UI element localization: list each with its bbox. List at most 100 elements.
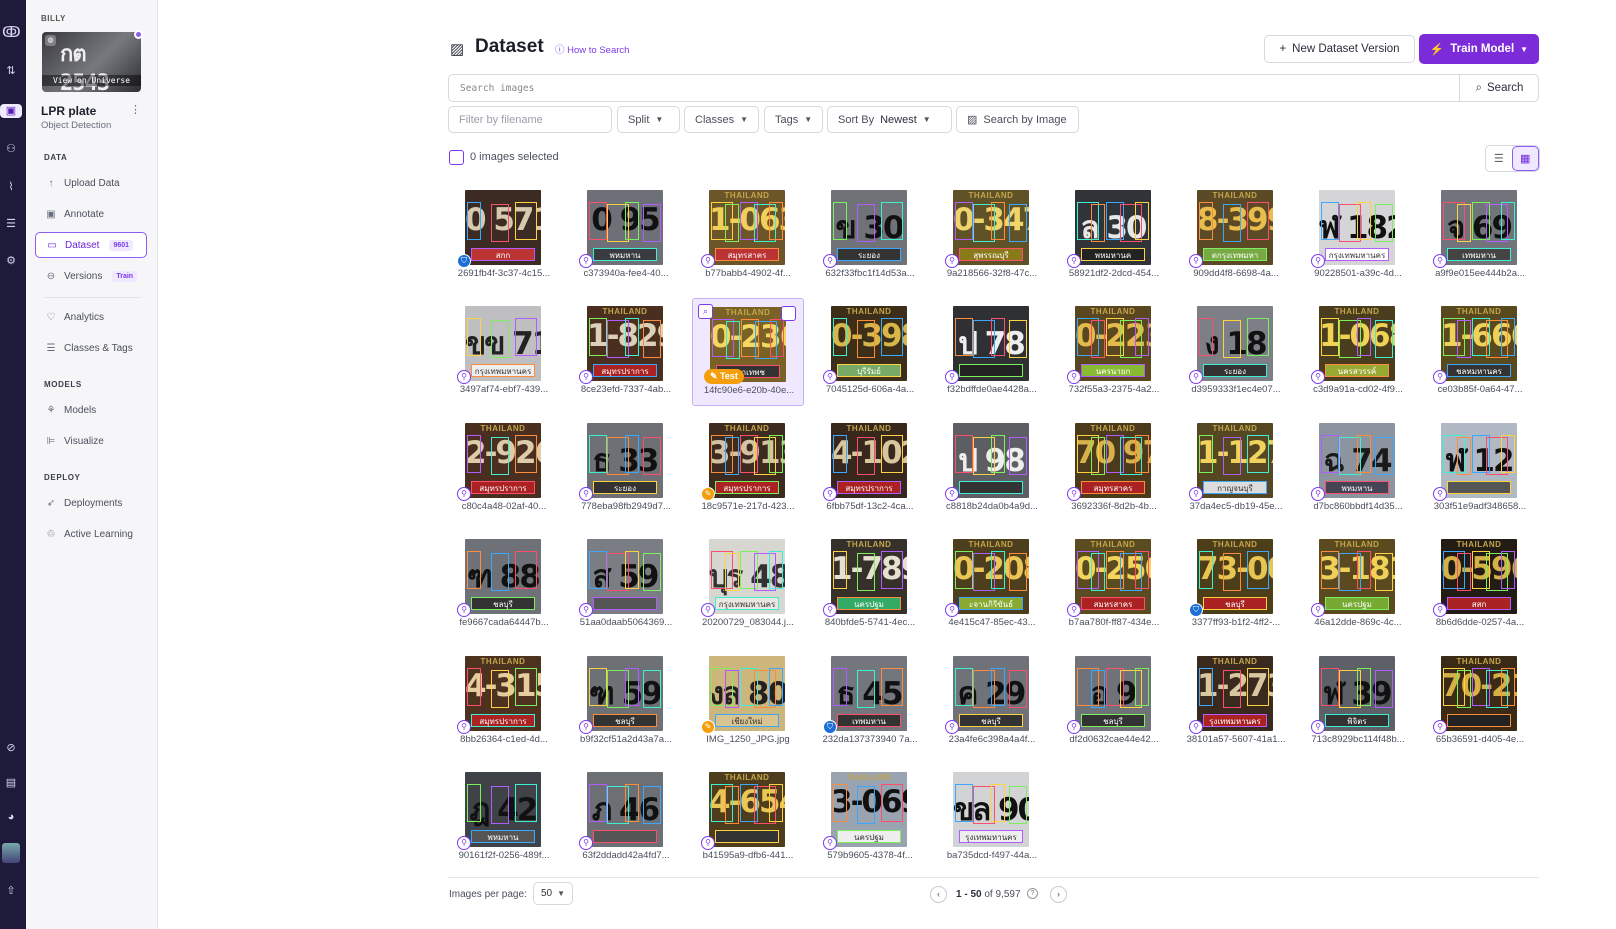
image-card[interactable]: 0 571สกก⛉2691fb4f-3c37-4c15... [448,182,560,290]
image-card[interactable]: ล 30 พหมหานค ⚲ 58921df2-2dcd-454... [1058,182,1170,290]
image-card[interactable]: THAILAND0-208ะจานกิรีขันธ์⚲4e415c47-85ec… [936,531,1048,639]
image-card[interactable]: 0 95 พหมหาน ⚲ c373940a-fee4-40... [570,182,682,290]
image-card[interactable]: ฉ 74 พหมหาน ⚲ d7bc860bbdf14d35... [1302,415,1414,523]
image-thumbnail[interactable]: ภ 46 [587,772,663,847]
image-thumbnail[interactable]: อ 9 ชลบุรี [1075,655,1151,731]
image-thumbnail[interactable]: THAILAND1-068นครสวรรค์ [1319,306,1395,382]
image-thumbnail[interactable]: ฎ 42 พหมหาน [465,772,541,847]
image-thumbnail[interactable]: THAILAND3-181นครปฐม [1319,539,1395,615]
sidebar-item-dataset[interactable]: ▭ Dataset 9601 [35,232,147,258]
image-card[interactable]: ป 78 ⚲ f32bdffde0ae4428a... [936,298,1048,406]
docs-icon[interactable]: ▤ [2,776,20,790]
image-card[interactable]: THAILAND0-347สุพรรณบุรี⚲9a218566-32f8-47… [936,182,1048,290]
image-thumbnail[interactable]: ขล 907รุงเทพมหานคร [953,772,1029,847]
image-card[interactable]: ข 30 ระยอง ⚲ 632f33fbc1f14d53a... [814,182,926,290]
sidebar-item-deployments[interactable]: ➶ Deployments [35,490,147,516]
image-card[interactable]: THAILAND1-127กาญจนบุรี⚲37da4ec5-db19-45e… [1180,415,1292,523]
image-thumbnail[interactable]: THAILAND4-102สมุทรปราการ [831,422,907,498]
image-thumbnail[interactable]: THAILAND70-210 [1441,655,1517,731]
project-menu-icon[interactable]: ⋮ [130,103,141,116]
image-card[interactable]: THAILAND0-596สสก⚲8b6d6dde-0257-4a... [1424,531,1536,639]
prev-page-button[interactable]: ‹ [930,886,947,903]
image-thumbnail[interactable]: THAILAND0-208ะจานกิรีขันธ์ [953,539,1029,615]
image-thumbnail[interactable]: ฬ 39 พิจิตร [1319,655,1395,731]
image-thumbnail[interactable]: จ 69 เทพมหาน [1441,190,1517,265]
image-thumbnail[interactable]: ข 30 ระยอง [831,190,907,265]
search-button[interactable]: ⌕ Search [1459,75,1539,101]
image-card[interactable]: THAILAND4-315สมุทรปราการ⚲8bb26364-c1ed-4… [448,648,560,756]
avatar[interactable] [2,843,20,863]
sidebar-item-annotate[interactable]: ▣ Annotate [35,201,147,227]
image-card[interactable]: จ 69 เทพมหาน ⚲ a9f9e015ee444b2a... [1424,182,1536,290]
logo-icon[interactable]: ↂ [2,25,21,40]
image-thumbnail[interactable]: THAILAND1-273รุงเทพมหานคร [1197,655,1273,731]
image-thumbnail[interactable]: ธ 33 ระยอง [587,422,663,498]
image-thumbnail[interactable]: THAILAND1-789นครปฐม [831,539,907,615]
sidebar-item-versions[interactable]: ⊖ Versions Train [35,263,147,289]
grid-view-icon[interactable]: ▦ [1511,146,1539,171]
zoom-icon[interactable]: ⌕ [698,304,713,320]
image-card[interactable]: ฬ 12 ⚲ 303f51e9adf348658... [1424,415,1536,523]
image-thumbnail[interactable]: THAILAND1-0632สมุทรสาคร [709,190,785,265]
image-card[interactable]: THAILAND0-223นครนายก⚲732f55a3-2375-4a2..… [1058,298,1170,406]
sidebar-item-upload-data[interactable]: ↑ Upload Data [35,170,147,196]
image-card[interactable]: ธ 45 เทพมหาน ⛉ 232da137373940 7a... [814,648,926,756]
image-card[interactable]: THAILAND0-250สมหรสาคร⚲b7aa780f-ff87-434e… [1058,531,1170,639]
next-page-button[interactable]: › [1050,886,1067,903]
image-card[interactable]: ฬ 39 พิจิตร ⚲ 713c8929bc114f48b... [1302,648,1414,756]
split-filter[interactable]: Split ▼ [617,106,680,133]
image-card[interactable]: THAILAND1-829สมุทรปราการ⚲8ce23efd-7337-4… [570,298,682,406]
image-card[interactable]: THAILAND70-210⚲65b36591-d405-4e... [1424,648,1536,756]
tags-filter[interactable]: Tags ▼ [764,106,823,133]
analytics-icon[interactable]: ⌇ [2,180,20,194]
image-card[interactable]: ฑ 88 ชลบุรี ⚲ fe9667cada64447b... [448,531,560,639]
new-dataset-version-button[interactable]: + New Dataset Version [1264,35,1415,63]
how-to-search-link[interactable]: ⓘ How to Search [555,42,629,56]
view-on-universe-link[interactable]: View on Universe [42,75,141,86]
image-thumbnail[interactable]: THAILAND4-315สมุทรปราการ [465,655,541,731]
image-card[interactable]: THAILAND1-666ชลหมหานคร⚲ce03b85f-0a64-47.… [1424,298,1536,406]
image-thumbnail[interactable]: THAILAND0-398บุรีรัมย์ [831,306,907,382]
image-thumbnail[interactable]: THAILAND0-250สมหรสาคร [1075,539,1151,615]
image-card[interactable]: THAILAND3-181นครปฐม⚲46a12dde-869c-4c... [1302,531,1414,639]
image-card[interactable]: ป 98 ⚲ c8818b24da0b4a9d... [936,415,1048,523]
image-thumbnail[interactable]: ล 30 พหมหานค [1075,190,1151,265]
image-card[interactable]: THAILAND3-069นครปฐม⚲579b9605-4378-4f... [814,764,926,872]
info-icon[interactable]: ? [1027,888,1038,899]
image-thumbnail[interactable]: THAILAND8-399ตกรุงเทพมหา [1197,190,1273,265]
image-thumbnail[interactable]: THAILAND1-829สมุทรปราการ [587,306,663,382]
image-thumbnail[interactable]: ง 18 ระยอง [1197,306,1273,382]
image-thumbnail[interactable]: THAILAND73-0038ชลบุรี [1197,539,1273,615]
image-card[interactable]: ฎ 42 พหมหาน ⚲ 90161f2f-0256-489f... [448,764,560,872]
image-thumbnail[interactable]: THAILAND70 975สมุทรสาคร [1075,422,1151,498]
list-view-icon[interactable]: ☰ [1486,146,1512,171]
image-card[interactable]: ขข 714กรุงเทพมหานคร⚲3497af74-ebf7-439... [448,298,560,406]
image-thumbnail[interactable]: ป 78 [953,306,1029,382]
image-card[interactable]: THAILAND1-789นครปฐม⚲840bfde5-5741-4ec... [814,531,926,639]
image-thumbnail[interactable]: ฬ 182กรุงเทพมหานคร [1319,190,1395,265]
sidebar-item-analytics[interactable]: ♡ Analytics [35,304,147,330]
upgrade-icon[interactable]: ⇧ [2,884,20,898]
settings-icon[interactable]: ⚙ [2,254,20,268]
image-card[interactable]: ส 59 ⚲ 51aa0daab5064369... [570,531,682,639]
image-card[interactable]: THAILAND1-273รุงเทพมหานคร⚲38101a57-5607-… [1180,648,1292,756]
image-thumbnail[interactable]: ป 98 [953,422,1029,498]
image-card[interactable]: ขล 907รุงเทพมหานคร ba735dcd-f497-44a... [936,764,1048,872]
image-thumbnail[interactable]: งล 8081เชียงใหม่ [709,655,785,731]
image-thumbnail[interactable]: THAILAND1-666ชลหมหานคร [1441,306,1517,382]
image-thumbnail[interactable]: ส 59 [587,539,663,615]
select-all-checkbox[interactable] [449,150,464,165]
image-card[interactable]: ฬ 182กรุงเทพมหานคร⚲90228501-a39c-4d... [1302,182,1414,290]
image-card[interactable]: งล 8081เชียงใหม่✎IMG_1250_JPG.jpg [692,648,804,756]
image-card[interactable]: THAILAND1-068นครสวรรค์⚲c3d9a91a-cd02-4f9… [1302,298,1414,406]
image-card[interactable]: THAILAND0-236มหาเทพช✎ Test⌕14fc90e6-e20b… [692,298,804,407]
sidebar-item-visualize[interactable]: ⊫ Visualize [35,428,147,454]
train-model-button[interactable]: ⚡ Train Model ▼ [1419,34,1539,64]
image-thumbnail[interactable]: THAILAND3-069นครปฐม [831,772,907,847]
image-card[interactable]: THAILAND4-654⚲b41595a9-dfb6-441... [692,764,804,872]
image-thumbnail[interactable]: ขข 714กรุงเทพมหานคร [465,306,541,382]
search-input[interactable] [449,75,1459,101]
workflow-icon[interactable]: ⚇ [2,142,20,156]
image-card[interactable]: ภ 46 ⚲ 63f2ddadd42a4fd7... [570,764,682,872]
image-thumbnail[interactable]: THAILAND0-347สุพรรณบุรี [953,190,1029,265]
